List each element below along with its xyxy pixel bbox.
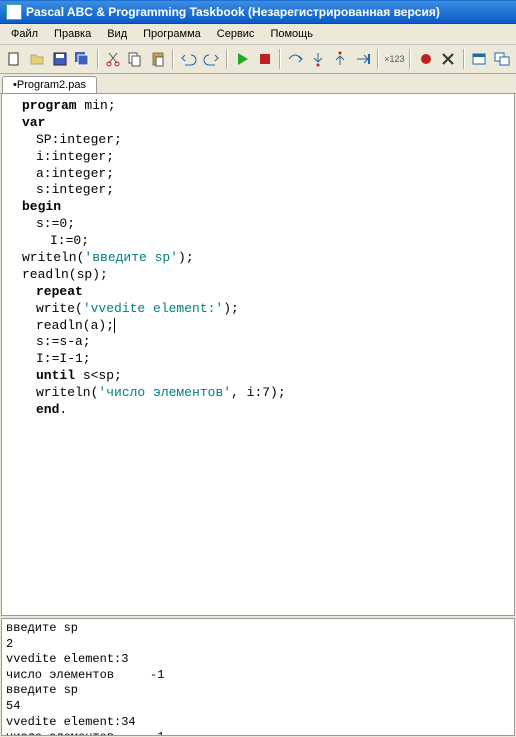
run-to-icon[interactable] [353, 48, 374, 70]
kw-program: program [22, 98, 77, 113]
output-line: vvedite element:3 [6, 652, 128, 666]
separator [409, 49, 411, 69]
stop-icon[interactable] [254, 48, 275, 70]
output-panel[interactable]: введите sp 2 vvedite element:3 число эле… [1, 618, 515, 736]
menu-edit[interactable]: Правка [47, 26, 98, 42]
open-icon[interactable] [27, 48, 48, 70]
cut-icon[interactable] [103, 48, 124, 70]
menu-service[interactable]: Сервис [210, 26, 262, 42]
separator [377, 49, 379, 69]
output-line: 54 [6, 699, 20, 713]
output-line: 2 [6, 637, 13, 651]
redo-icon[interactable] [201, 48, 222, 70]
toolbar: ×123 [0, 45, 516, 74]
kw-end: end [36, 402, 59, 417]
output-line: число элементов -1 [6, 730, 164, 736]
output-line: vvedite element:34 [6, 715, 136, 729]
menu-file[interactable]: Файл [4, 26, 45, 42]
separator [172, 49, 174, 69]
separator [226, 49, 228, 69]
window1-icon[interactable] [469, 48, 490, 70]
break-icon[interactable] [415, 48, 436, 70]
app-icon [6, 4, 22, 20]
kw-begin: begin [22, 199, 61, 214]
menu-view[interactable]: Вид [100, 26, 134, 42]
separator [279, 49, 281, 69]
separator [97, 49, 99, 69]
run-icon[interactable] [232, 48, 253, 70]
output-line: введите sp [6, 683, 78, 697]
paste-icon[interactable] [148, 48, 169, 70]
menu-program[interactable]: Программа [136, 26, 208, 42]
menubar: Файл Правка Вид Программа Сервис Помощь [0, 24, 516, 45]
code-editor[interactable]: program min; var SP:integer; i:integer; … [1, 94, 515, 616]
tab-label: Program2.pas [17, 79, 86, 91]
cursor-position [114, 318, 115, 333]
copy-icon[interactable] [125, 48, 146, 70]
window-title: Pascal ABC & Programming Taskbook (Незар… [26, 5, 440, 19]
save-all-icon[interactable] [72, 48, 93, 70]
step-into-icon[interactable] [308, 48, 329, 70]
kw-repeat: repeat [36, 284, 83, 299]
step-out-icon[interactable] [330, 48, 351, 70]
titlebar: Pascal ABC & Programming Taskbook (Незар… [0, 0, 516, 24]
window2-icon[interactable] [491, 48, 512, 70]
var-icon[interactable]: ×123 [383, 48, 405, 70]
tab-bar: •Program2.pas [0, 74, 516, 94]
kw-until: until [36, 368, 75, 383]
output-line: число элементов -1 [6, 668, 164, 682]
kw-var: var [22, 115, 45, 130]
undo-icon[interactable] [178, 48, 199, 70]
save-icon[interactable] [49, 48, 70, 70]
tab-file[interactable]: •Program2.pas [2, 76, 97, 93]
step-over-icon[interactable] [285, 48, 306, 70]
menu-help[interactable]: Помощь [263, 26, 320, 42]
new-icon[interactable] [4, 48, 25, 70]
output-line: введите sp [6, 621, 78, 635]
clear-break-icon[interactable] [438, 48, 459, 70]
separator [463, 49, 465, 69]
